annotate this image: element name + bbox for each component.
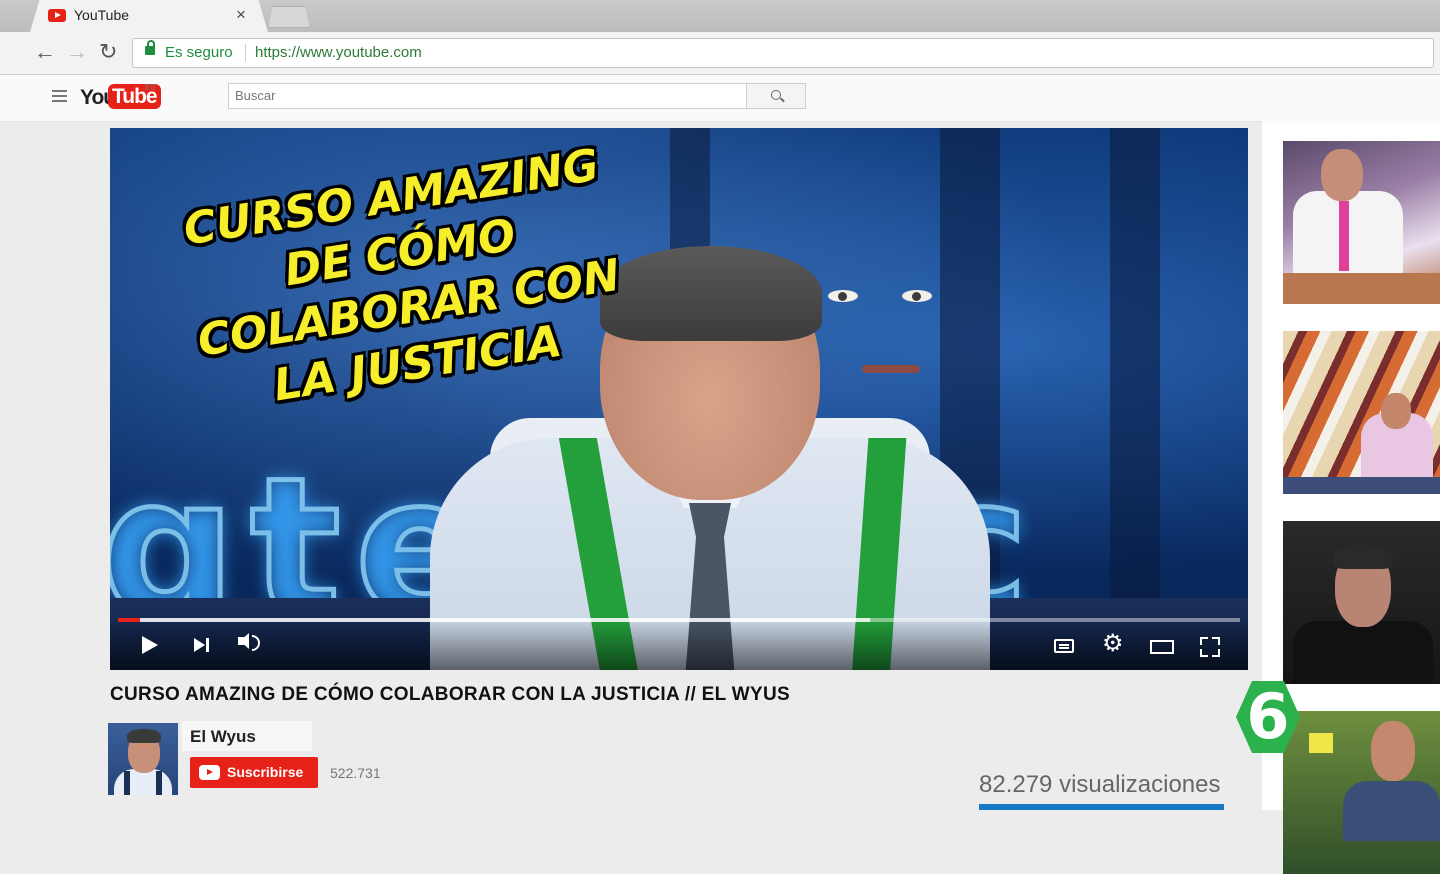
fullscreen-icon[interactable] [1200, 637, 1220, 657]
eye-right [902, 290, 932, 302]
url-text[interactable]: https://www.youtube.com [255, 44, 422, 61]
thumb-person-head [1371, 721, 1415, 781]
thumb-person-hair [1333, 545, 1393, 569]
thumb-desk [1283, 273, 1440, 304]
channel-avatar[interactable] [108, 723, 178, 795]
related-video-thumbnail[interactable] [1283, 331, 1440, 494]
thumb-person-shirt [1293, 621, 1433, 684]
address-separator [245, 44, 246, 62]
subtitles-icon[interactable] [1054, 639, 1074, 653]
thumb-score-badge [1309, 733, 1333, 753]
related-video-thumbnail[interactable] [1283, 141, 1440, 304]
avatar-suspender [156, 771, 162, 795]
reload-button[interactable]: ↻ [99, 40, 117, 64]
mouth [862, 365, 920, 373]
browser-tabstrip: YouTube × [0, 0, 1440, 32]
play-icon[interactable] [142, 636, 158, 654]
browser-toolbar: ← → ↻ Es seguro https://www.youtube.com [0, 32, 1440, 75]
progress-bar[interactable] [118, 618, 1240, 622]
youtube-play-icon [199, 765, 220, 780]
related-video-thumbnail[interactable] [1283, 521, 1440, 684]
address-bar[interactable]: Es seguro https://www.youtube.com [132, 38, 1434, 68]
avatar-hair [127, 729, 161, 743]
search-input[interactable]: Buscar [228, 83, 754, 109]
tab-title: YouTube [74, 7, 130, 23]
settings-gear-icon[interactable]: ⚙ [1102, 632, 1124, 656]
thumb-pink-tie [1339, 201, 1349, 271]
eye-left [828, 290, 858, 302]
youtube-favicon-icon [48, 9, 66, 22]
subscribe-button[interactable]: Suscribirse [190, 757, 318, 788]
new-tab-button[interactable] [268, 6, 310, 28]
search-button[interactable] [746, 83, 806, 109]
player-controls: ⚙ [110, 618, 1248, 670]
theater-mode-icon[interactable] [1150, 640, 1174, 654]
view-sentiment-bar [979, 804, 1224, 810]
avatar-suspender [124, 771, 130, 795]
secure-label: Es seguro [165, 44, 233, 61]
tab-close-icon[interactable]: × [236, 5, 246, 25]
next-video-icon[interactable] [194, 638, 209, 652]
subscribe-label: Suscribirse [227, 764, 304, 780]
lock-icon [145, 40, 155, 55]
logo-region-code: ES [145, 83, 156, 92]
view-count: 82.279 visualizaciones [979, 771, 1221, 798]
video-player[interactable]: ɑtecnec CURSO AMAZING DE CÓMO COLABORAR … [110, 128, 1248, 670]
tv-channel-logo: 6 [1236, 681, 1300, 753]
thumb-person-head [1381, 393, 1411, 429]
menu-icon[interactable] [52, 90, 67, 102]
logo-number: 6 [1246, 680, 1290, 753]
progress-played [118, 618, 141, 622]
progress-buffered [118, 618, 870, 622]
related-video-thumbnail[interactable] [1283, 711, 1440, 874]
thumb-person-head [1321, 149, 1363, 201]
back-button[interactable]: ← [34, 40, 56, 64]
forward-button[interactable]: → [66, 40, 88, 64]
thumb-desk [1283, 477, 1440, 494]
youtube-masthead: You Tube ES Buscar [0, 75, 1440, 122]
thumb-person-shirt [1343, 781, 1440, 841]
channel-name-link[interactable]: El Wyus [190, 727, 256, 747]
video-title: CURSO AMAZING DE CÓMO COLABORAR CON LA J… [110, 684, 790, 705]
search-icon [771, 90, 781, 100]
volume-icon[interactable] [238, 633, 260, 651]
subscriber-count: 522.731 [330, 765, 381, 781]
